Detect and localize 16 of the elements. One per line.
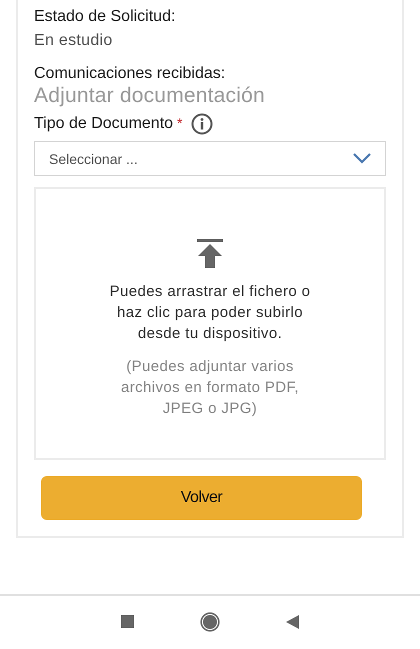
- circle-icon[interactable]: [200, 612, 220, 632]
- chevron-down-icon: [353, 153, 371, 164]
- document-type-select[interactable]: Seleccionar ...: [34, 141, 386, 176]
- dropzone-instructions: Puedes arrastrar el fichero o haz clic para poder subirlo desde tu dispositivo.: [108, 282, 312, 344]
- status-value: En estudio: [34, 31, 114, 51]
- upload-icon: [197, 239, 223, 270]
- required-mark: *: [177, 115, 182, 131]
- info-icon[interactable]: [190, 113, 212, 135]
- back-button[interactable]: Volver: [41, 476, 362, 520]
- communications-label: Comunicaciones recibidas:: [34, 64, 226, 84]
- triangle-icon[interactable]: [286, 614, 299, 628]
- file-dropzone[interactable]: Puedes arrastrar el fichero o haz clic para poder subirlo desde tu dispositivo. (Puedes adjuntar varios archivos en formato PDF, JPEG o JPG): [34, 187, 386, 460]
- dropzone-note: (Puedes adjuntar varios archivos en formato PDF, JPEG o JPG): [120, 357, 300, 420]
- status-label: Estado de Solicitud:: [34, 7, 176, 27]
- section-title: Adjuntar documentación: [34, 84, 266, 108]
- document-type-label: Tipo de Documento: [34, 114, 174, 134]
